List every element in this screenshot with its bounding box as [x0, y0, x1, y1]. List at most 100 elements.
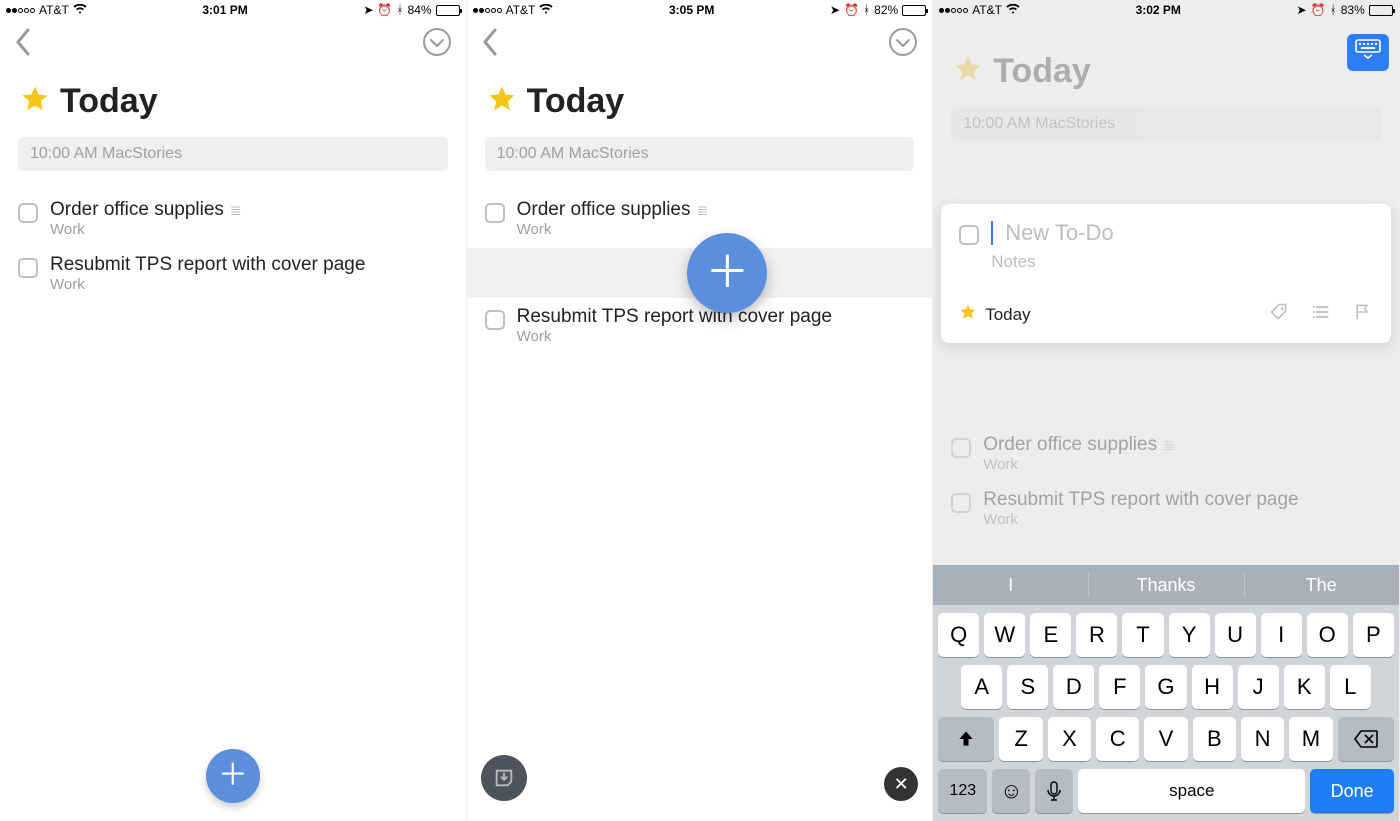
alarm-icon: ⏰	[377, 3, 392, 17]
todo-title: Order office supplies	[983, 434, 1157, 456]
carrier-label: AT&T	[39, 3, 69, 17]
location-icon: ➤	[363, 3, 373, 17]
key-x[interactable]: X	[1048, 717, 1091, 761]
todo-item[interactable]: Resubmit TPS report with cover page Work	[467, 298, 933, 353]
key-i[interactable]: I	[1261, 613, 1302, 657]
suggestion[interactable]: I	[933, 565, 1088, 605]
key-o[interactable]: O	[1307, 613, 1348, 657]
list-label: Today	[985, 305, 1030, 325]
key-s[interactable]: S	[1007, 665, 1048, 709]
todo-project: Work	[983, 511, 1381, 528]
cancel-button[interactable]: ✕	[884, 767, 918, 801]
key-r[interactable]: R	[1076, 613, 1117, 657]
dropdown-button[interactable]	[422, 27, 452, 57]
signal-dots-icon	[6, 8, 35, 13]
page-title: Today	[527, 82, 625, 121]
key-k[interactable]: K	[1284, 665, 1325, 709]
key-j[interactable]: J	[1238, 665, 1279, 709]
key-u[interactable]: U	[1215, 613, 1256, 657]
carrier-label: AT&T	[506, 3, 536, 17]
key-backspace[interactable]	[1338, 717, 1394, 761]
signal-dots-icon	[473, 8, 502, 13]
key-shift[interactable]	[938, 717, 994, 761]
dropdown-button[interactable]	[888, 27, 918, 57]
background-todo-list: Order office supplies≣ Work Resubmit TPS…	[933, 420, 1399, 536]
wifi-icon	[73, 3, 87, 17]
star-icon	[20, 84, 50, 119]
new-todo-card: New To-Do Notes Today	[941, 204, 1391, 343]
status-bar: AT&T 3:02 PM ➤ ⏰ ᚼ 83%	[933, 0, 1399, 20]
alarm-icon: ⏰	[1311, 3, 1326, 17]
key-space[interactable]: space	[1078, 769, 1305, 813]
add-task-button[interactable]: ＋	[206, 749, 260, 803]
key-done[interactable]: Done	[1310, 769, 1393, 813]
calendar-event[interactable]: 10:00 AM MacStories	[18, 137, 448, 171]
tag-icon[interactable]	[1269, 302, 1289, 327]
keyboard-suggestions: I Thanks The	[933, 565, 1399, 605]
dimmed-background: Today 10:00 AM MacStories	[933, 20, 1399, 141]
signal-dots-icon	[939, 8, 968, 13]
battery-pct-label: 83%	[1341, 3, 1365, 17]
status-bar: AT&T 3:01 PM ➤ ⏰ ᚼ 84%	[0, 0, 466, 20]
nav-bar	[0, 20, 466, 64]
checklist-icon[interactable]	[1311, 302, 1331, 327]
checklist-icon: ≣	[697, 202, 709, 219]
key-w[interactable]: W	[984, 613, 1025, 657]
todo-item[interactable]: Resubmit TPS report with cover page Work	[0, 246, 466, 301]
key-d[interactable]: D	[1053, 665, 1094, 709]
location-icon: ➤	[830, 3, 840, 17]
calendar-event[interactable]: 10:00 AM MacStories	[485, 137, 915, 171]
todo-list: Order office supplies≣ Work ＋ Resubmit T…	[467, 181, 933, 353]
clock-label: 3:02 PM	[1136, 3, 1181, 17]
wifi-icon	[1006, 3, 1020, 17]
checkbox[interactable]	[959, 225, 979, 245]
key-e[interactable]: E	[1030, 613, 1071, 657]
suggestion[interactable]: The	[1244, 565, 1399, 605]
key-t[interactable]: T	[1122, 613, 1163, 657]
page-title-row: Today	[0, 64, 466, 127]
key-m[interactable]: M	[1289, 717, 1332, 761]
key-q[interactable]: Q	[938, 613, 979, 657]
screen-1: AT&T 3:01 PM ➤ ⏰ ᚼ 84% Today 10:00 AM Ma…	[0, 0, 467, 821]
todo-item[interactable]: Order office supplies≣ Work	[467, 191, 933, 246]
key-l[interactable]: L	[1330, 665, 1371, 709]
add-task-dragging-button[interactable]: ＋	[687, 233, 767, 313]
todo-list: Order office supplies≣ Work Resubmit TPS…	[0, 181, 466, 301]
checkbox[interactable]	[18, 258, 38, 278]
back-button[interactable]	[14, 28, 32, 56]
key-numbers[interactable]: 123	[938, 769, 987, 813]
key-h[interactable]: H	[1192, 665, 1233, 709]
suggestion[interactable]: Thanks	[1088, 565, 1243, 605]
todo-item: Resubmit TPS report with cover page Work	[933, 481, 1399, 536]
key-a[interactable]: A	[961, 665, 1002, 709]
key-z[interactable]: Z	[999, 717, 1042, 761]
checkbox[interactable]	[485, 203, 505, 223]
key-f[interactable]: F	[1099, 665, 1140, 709]
todo-project: Work	[50, 221, 448, 238]
flag-icon[interactable]	[1353, 302, 1373, 327]
new-todo-input[interactable]: New To-Do	[1005, 220, 1113, 246]
notes-input[interactable]: Notes	[959, 252, 1373, 272]
battery-icon	[1369, 5, 1393, 16]
key-g[interactable]: G	[1145, 665, 1186, 709]
key-emoji[interactable]: ☺	[992, 769, 1030, 813]
key-dictation[interactable]	[1035, 769, 1073, 813]
key-c[interactable]: C	[1096, 717, 1139, 761]
ios-keyboard: I Thanks The Q W E R T Y U I O P A S D F…	[933, 565, 1399, 821]
wifi-icon	[539, 3, 553, 17]
key-b[interactable]: B	[1193, 717, 1236, 761]
list-picker-button[interactable]: Today	[959, 303, 1030, 326]
battery-pct-label: 84%	[408, 3, 432, 17]
inbox-button[interactable]	[481, 755, 527, 801]
checkbox[interactable]	[485, 310, 505, 330]
checkbox[interactable]	[18, 203, 38, 223]
drop-target-row[interactable]: ＋	[467, 248, 933, 298]
key-y[interactable]: Y	[1169, 613, 1210, 657]
bluetooth-icon: ᚼ	[863, 3, 870, 17]
star-icon	[953, 54, 983, 89]
todo-item[interactable]: Order office supplies≣ Work	[0, 191, 466, 246]
key-n[interactable]: N	[1241, 717, 1284, 761]
key-p[interactable]: P	[1353, 613, 1394, 657]
back-button[interactable]	[481, 28, 499, 56]
key-v[interactable]: V	[1144, 717, 1187, 761]
